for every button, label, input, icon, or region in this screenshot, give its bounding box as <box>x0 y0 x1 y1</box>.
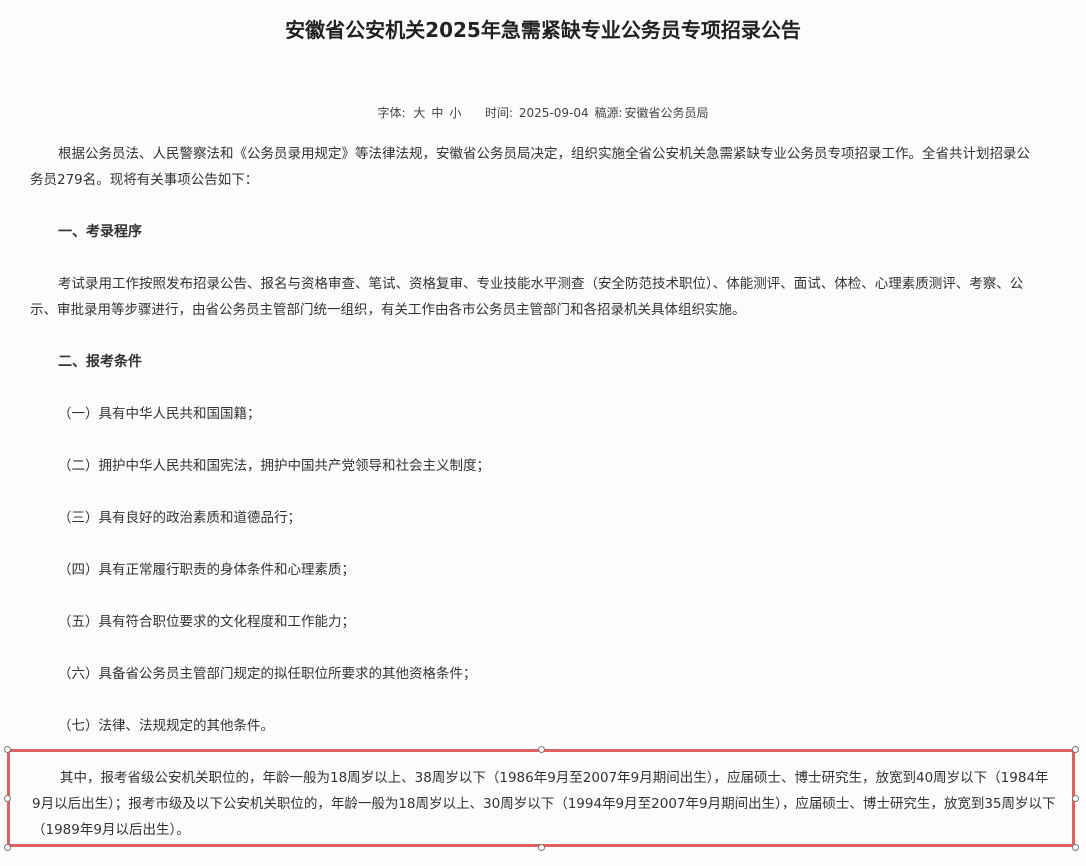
publish-time-value: 2025-09-04 <box>518 106 589 120</box>
section-heading-procedure: 一、考录程序 <box>58 224 142 240</box>
intro-paragraph: 根据公务员法、人民警察法和《公务员录用规定》等法律法规，安徽省公务员局决定，组织… <box>30 146 1030 188</box>
font-size-large-link[interactable]: 大 <box>413 106 425 120</box>
source-label: 稿源: <box>594 106 623 120</box>
section-heading-conditions: 二、报考条件 <box>58 354 142 370</box>
selected-paragraph-box[interactable]: 其中，报考省级公安机关职位的，年龄一般为18周岁以上、38周岁以下（1986年9… <box>7 749 1075 847</box>
condition-item: （六）具备省公务员主管部门规定的拟任职位所要求的其他资格条件； <box>58 666 477 682</box>
resize-handle-middle-right[interactable] <box>1072 795 1079 802</box>
resize-handle-top-center[interactable] <box>538 746 545 753</box>
article-page: 安徽省公安机关2025年急需紧缺专业公务员专项招录公告 字体: 大中小 时间: … <box>0 0 1086 866</box>
condition-item: （四）具有正常履行职责的身体条件和心理素质； <box>58 562 355 578</box>
publish-time-label: 时间: <box>485 106 514 120</box>
font-size-medium-link[interactable]: 中 <box>431 106 443 120</box>
article-title: 安徽省公安机关2025年急需紧缺专业公务员专项招录公告 <box>285 18 801 42</box>
procedure-paragraph: 考试录用工作按照发布招录公告、报名与资格审查、笔试、资格复审、专业技能水平测查（… <box>30 276 1024 318</box>
condition-item: （一）具有中华人民共和国国籍； <box>58 406 261 422</box>
condition-item: （五）具有符合职位要求的文化程度和工作能力； <box>58 614 355 630</box>
source-value: 安徽省公务员局 <box>624 106 709 120</box>
resize-handle-middle-left[interactable] <box>4 795 11 802</box>
condition-item: （三）具有良好的政治素质和道德品行； <box>58 510 301 526</box>
resize-handle-bottom-right[interactable] <box>1072 844 1079 851</box>
article-meta: 字体: 大中小 时间: 2025-09-04 稿源: 安徽省公务员局 <box>0 104 1086 121</box>
resize-handle-top-left[interactable] <box>4 746 11 753</box>
resize-handle-bottom-center[interactable] <box>538 844 545 851</box>
resize-handle-top-right[interactable] <box>1072 746 1079 753</box>
font-size-label: 字体: <box>377 106 406 120</box>
age-requirement-paragraph: 其中，报考省级公安机关职位的，年龄一般为18周岁以上、38周岁以下（1986年9… <box>32 770 1056 838</box>
font-size-small-link[interactable]: 小 <box>449 106 461 120</box>
condition-item: （七）法律、法规规定的其他条件。 <box>58 718 274 734</box>
condition-item: （二）拥护中华人民共和国宪法，拥护中国共产党领导和社会主义制度； <box>58 458 490 474</box>
resize-handle-bottom-left[interactable] <box>4 844 11 851</box>
